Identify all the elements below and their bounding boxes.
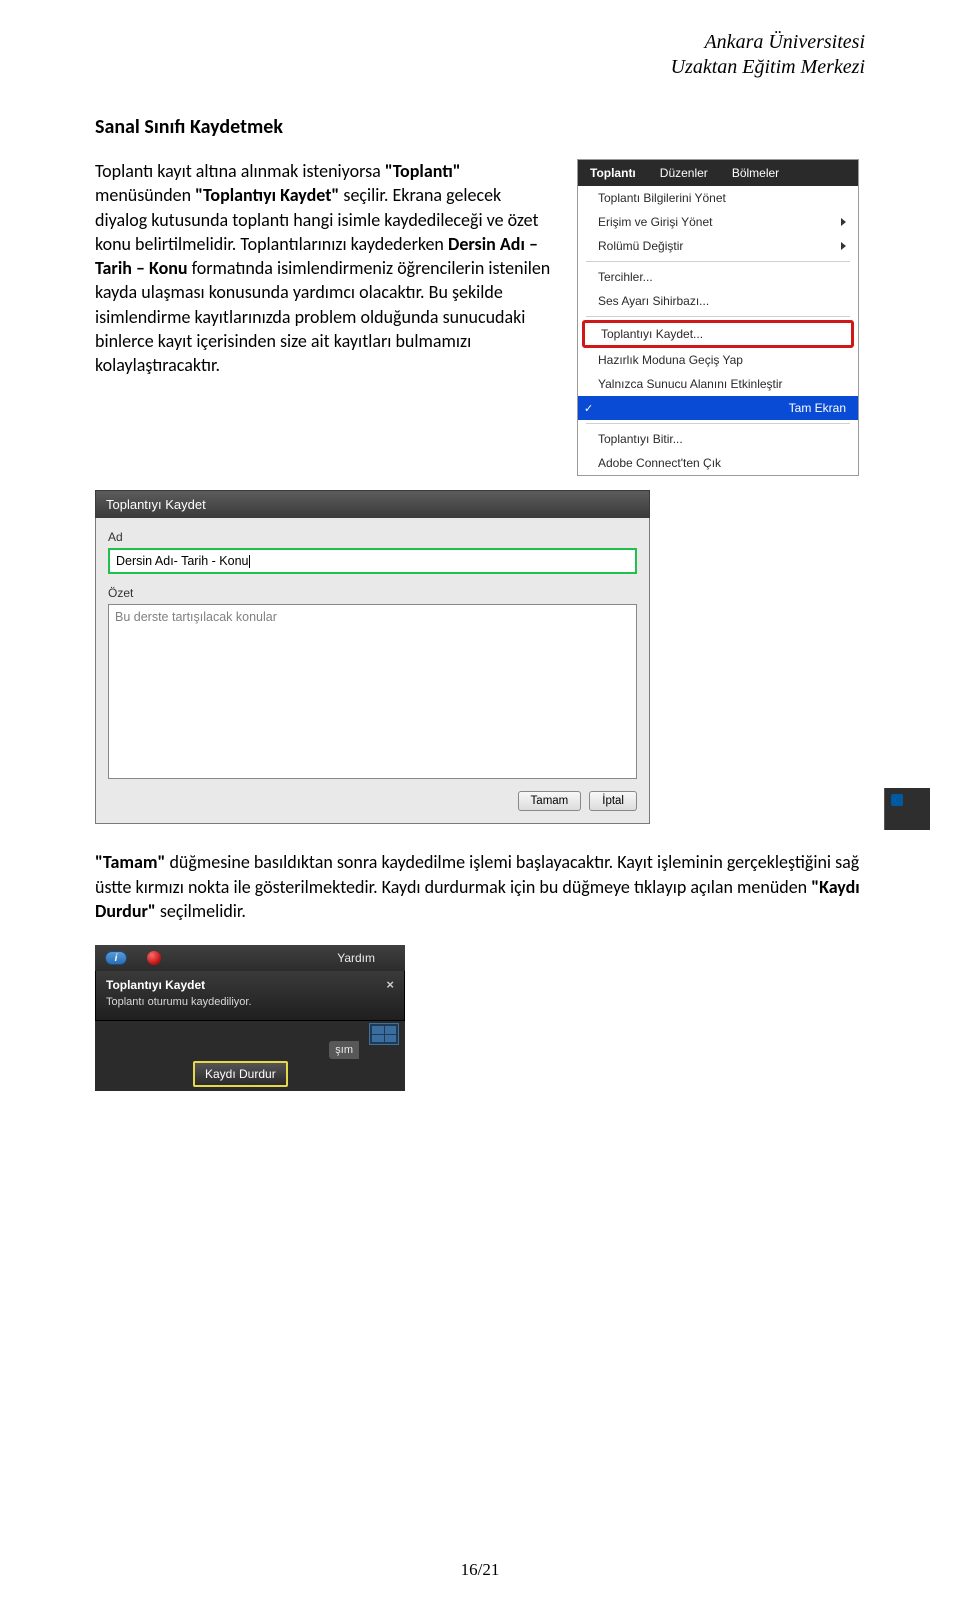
tooltip-subtitle: Toplantı oturumu kaydediliyor.	[106, 996, 394, 1008]
menu-item-hazirlik[interactable]: Hazırlık Moduna Geçiş Yap	[578, 348, 858, 372]
partial-label: şım	[329, 1041, 359, 1059]
menu-separator	[586, 261, 850, 262]
close-icon[interactable]: ×	[386, 977, 394, 992]
dialog-titlebar: Toplantıyı Kaydet	[95, 490, 650, 518]
paragraph-2: "Tamam" düğmesine basıldıktan sonra kayd…	[95, 850, 865, 923]
menu-item-rolumu[interactable]: Rolümü Değiştir	[578, 234, 858, 258]
content-row: Toplantı kayıt altına alınmak isteniyors…	[95, 159, 865, 476]
save-dialog-screenshot: Toplantıyı Kaydet Ad Dersin Adı- Tarih -…	[95, 490, 650, 824]
tab-duzenler[interactable]: Düzenler	[648, 160, 720, 186]
menu-item-erisim[interactable]: Erişim ve Girişi Yönet	[578, 210, 858, 234]
ok-button[interactable]: Tamam	[518, 791, 582, 811]
menu-separator	[586, 423, 850, 424]
page-number: 16/21	[0, 1560, 960, 1580]
p1-text-c: menüsünden	[95, 184, 195, 206]
dialog-body: Ad Dersin Adı- Tarih - Konu Özet Bu ders…	[95, 518, 650, 824]
dialog-buttons: Tamam İptal	[108, 791, 637, 811]
text-cursor-icon	[249, 555, 250, 568]
menu-item-ses[interactable]: Ses Ayarı Sihirbazı...	[578, 289, 858, 313]
header-line2: Uzaktan Eğitim Merkezi	[671, 55, 865, 80]
tab-bolmeler[interactable]: Bölmeler	[720, 160, 791, 186]
check-icon: ✓	[584, 402, 593, 415]
info-icon[interactable]: i	[105, 951, 127, 965]
background-window-edge	[884, 788, 930, 830]
tooltip-title-row: Toplantıyı Kaydet ×	[106, 977, 394, 992]
chevron-right-icon	[841, 218, 846, 226]
textarea-ozet[interactable]: Bu derste tartışılacak konular	[108, 604, 637, 779]
tooltip-title: Toplantıyı Kaydet	[106, 978, 205, 992]
menu-screenshot: Toplantı Düzenler Bölmeler Toplantı Bilg…	[577, 159, 859, 476]
help-menu[interactable]: Yardım	[337, 951, 375, 965]
menu-separator	[586, 316, 850, 317]
tab-toplanti[interactable]: Toplantı	[578, 160, 648, 186]
menu-item-tamekran[interactable]: ✓Tam Ekran	[578, 396, 858, 420]
p1-bold-save: "Toplantıyı Kaydet"	[195, 184, 339, 206]
menu-body: Toplantı Bilgilerini Yönet Erişim ve Gir…	[578, 186, 858, 475]
menu-item-kaydet[interactable]: Toplantıyı Kaydet...	[585, 323, 851, 345]
record-indicator-icon[interactable]	[147, 951, 161, 965]
p2-text-d: seçilmelidir.	[156, 900, 246, 922]
menu-item-bilgi[interactable]: Toplantı Bilgilerini Yönet	[578, 186, 858, 210]
menu-item-tercihler[interactable]: Tercihler...	[578, 265, 858, 289]
layout-icon[interactable]	[369, 1023, 399, 1045]
p1-text-a: Toplantı kayıt altına alınmak isteniyors…	[95, 160, 385, 182]
input-ad[interactable]: Dersin Adı- Tarih - Konu	[108, 548, 637, 574]
paragraph-1: Toplantı kayıt altına alınmak isteniyors…	[95, 159, 555, 378]
header-line1: Ankara Üniversitesi	[671, 30, 865, 55]
p2-bold-tamam: "Tamam"	[95, 851, 165, 873]
menu-item-sunucu[interactable]: Yalnızca Sunucu Alanını Etkinleştir	[578, 372, 858, 396]
label-ad: Ad	[108, 530, 637, 544]
p2-text-b: düğmesine basıldıktan sonra kaydedilme i…	[95, 851, 859, 897]
rec-toolbar: i Yardım	[95, 945, 405, 971]
stop-recording-button[interactable]: Kaydı Durdur	[193, 1061, 288, 1087]
menu-item-bitir[interactable]: Toplantıyı Bitir...	[578, 427, 858, 451]
document-header: Ankara Üniversitesi Uzaktan Eğitim Merke…	[671, 30, 865, 80]
rec-tooltip: Toplantıyı Kaydet × Toplantı oturumu kay…	[95, 971, 405, 1021]
menu-tabs: Toplantı Düzenler Bölmeler	[578, 160, 858, 186]
section-title: Sanal Sınıfı Kaydetmek	[95, 115, 865, 139]
menu-item-cik[interactable]: Adobe Connect'ten Çık	[578, 451, 858, 475]
p1-bold-menu: "Toplantı"	[385, 160, 461, 182]
rec-lower: şım Kaydı Durdur	[95, 1021, 405, 1091]
chevron-right-icon	[841, 242, 846, 250]
cancel-button[interactable]: İptal	[589, 791, 637, 811]
menu-item-highlight: Toplantıyı Kaydet...	[582, 320, 854, 348]
recording-screenshot: i Yardım Toplantıyı Kaydet × Toplantı ot…	[95, 945, 405, 1091]
label-ozet: Özet	[108, 586, 637, 600]
